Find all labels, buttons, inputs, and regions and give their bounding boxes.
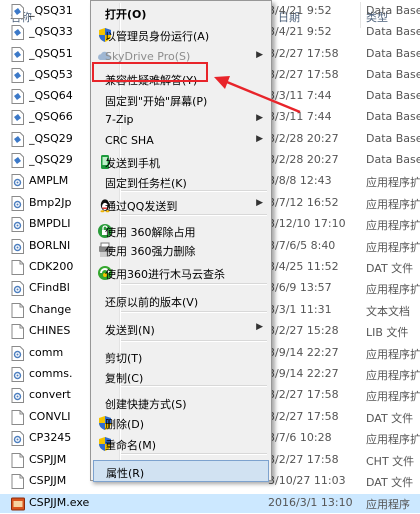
exe-icon (11, 496, 25, 511)
file-name: CSPJJM.exe (29, 496, 90, 509)
file-date: 2016/3/1 13:10 (268, 496, 353, 509)
file-type: 应用程序 (366, 498, 410, 511)
annotation-arrow (214, 76, 301, 114)
